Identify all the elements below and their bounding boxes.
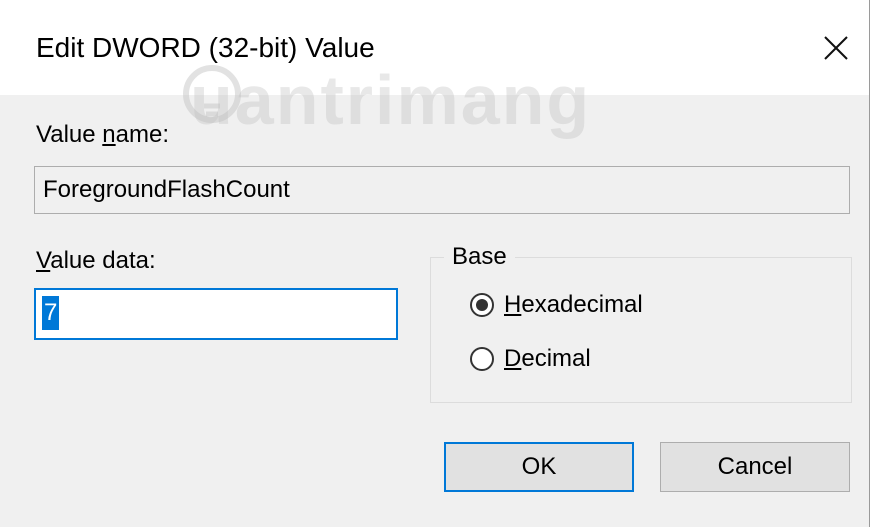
- radio-decimal[interactable]: Decimal: [470, 344, 591, 374]
- value-name-field[interactable]: ForegroundFlashCount: [34, 166, 850, 214]
- ok-button[interactable]: OK: [444, 442, 634, 492]
- base-groupbox: [430, 257, 852, 403]
- value-data-label: Value data:: [36, 247, 156, 274]
- title-bar: Edit DWORD (32-bit) Value: [0, 0, 869, 95]
- edit-dword-dialog: Edit DWORD (32-bit) Value uantrimang Val…: [0, 0, 870, 527]
- close-button[interactable]: [808, 20, 864, 76]
- value-data-input[interactable]: 7: [34, 288, 398, 340]
- close-icon: [824, 36, 848, 60]
- radio-decimal-label: Decimal: [504, 345, 591, 372]
- value-data-selected-text: 7: [42, 296, 60, 330]
- radio-hexadecimal-circle[interactable]: [470, 293, 494, 317]
- radio-selected-dot: [476, 299, 488, 311]
- dialog-title: Edit DWORD (32-bit) Value: [36, 32, 375, 63]
- base-legend: Base: [444, 242, 515, 272]
- value-name-label: Value name:: [36, 121, 169, 148]
- radio-hexadecimal[interactable]: Hexadecimal: [470, 290, 643, 320]
- cancel-button[interactable]: Cancel: [660, 442, 850, 492]
- radio-decimal-circle[interactable]: [470, 347, 494, 371]
- radio-hexadecimal-label: Hexadecimal: [504, 291, 643, 318]
